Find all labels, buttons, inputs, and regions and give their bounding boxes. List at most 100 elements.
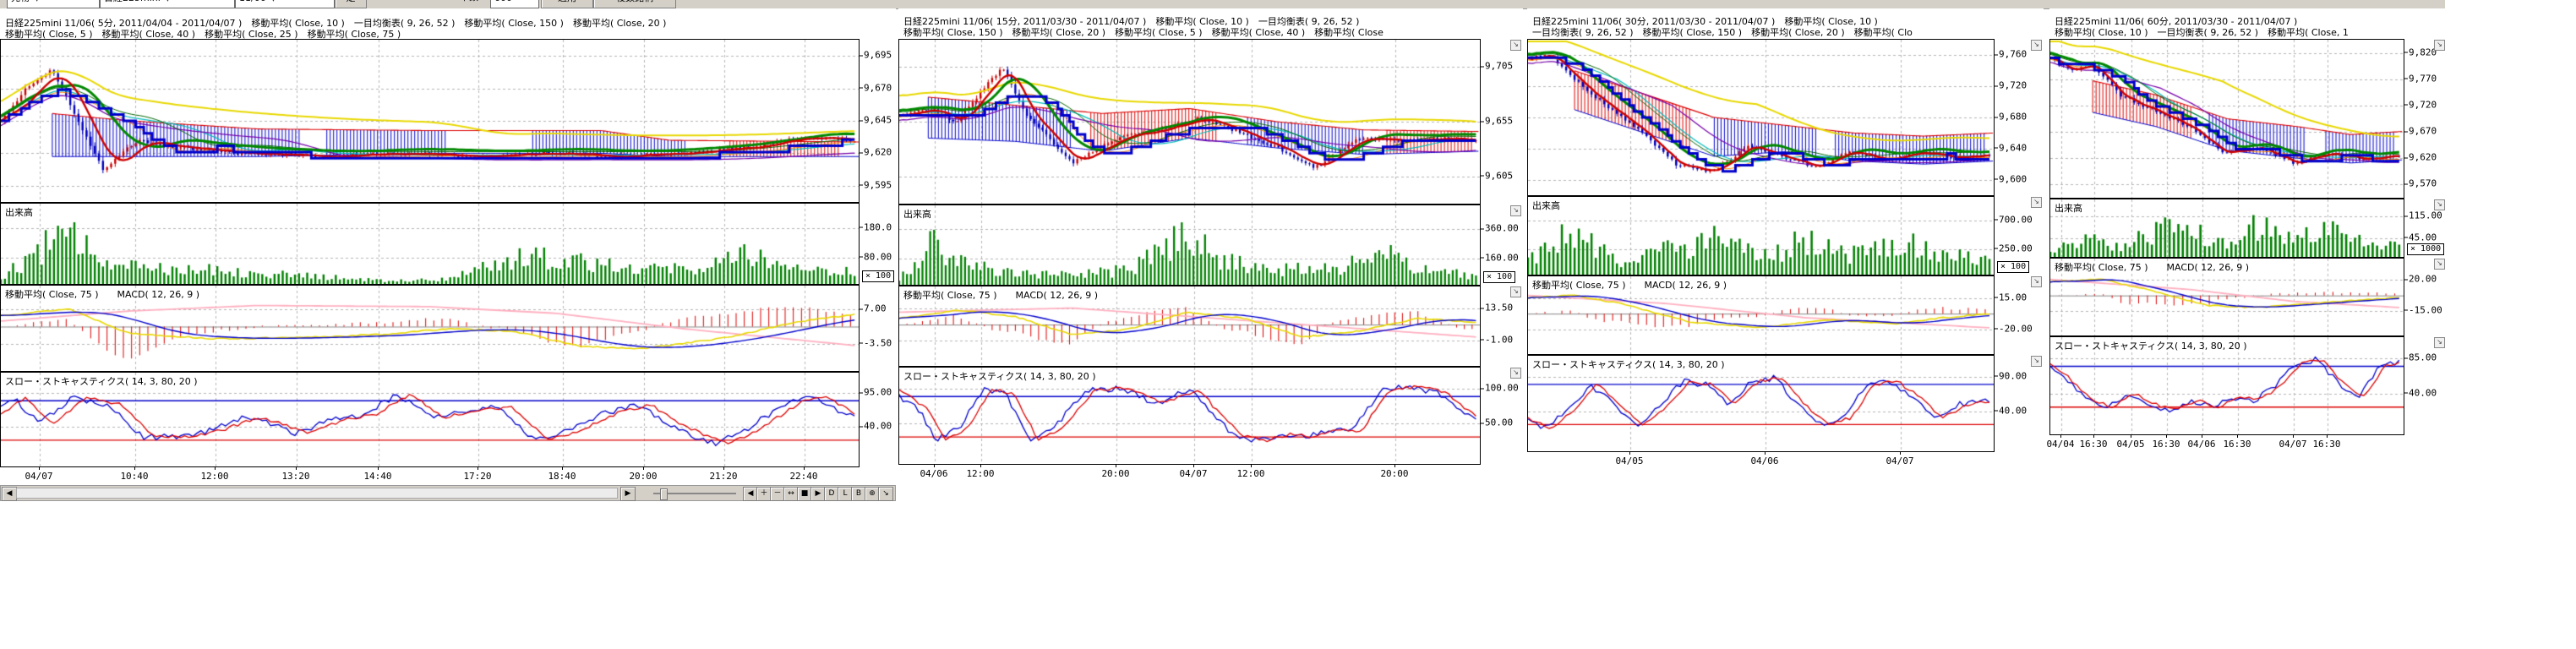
time-axis-tickmark: [562, 467, 563, 470]
time-axis-label: 04/05: [2116, 439, 2144, 450]
price-chart-axis-tick: 9,720: [1999, 80, 2027, 91]
time-axis-label: 04/04: [2046, 439, 2074, 450]
chart-tool-button-10[interactable]: ↘: [878, 487, 893, 501]
stochastics-axis-tick: 95.00: [864, 387, 892, 398]
time-axis: 04/0612:0020:0004/0712:0020:00: [898, 465, 1523, 482]
macd-section: 13.50-1.00移動平均( Close, 75 ) MACD( 12, 26…: [898, 286, 1523, 367]
price-chart-canvas[interactable]: [899, 40, 1480, 204]
volume-label: 出来高: [5, 205, 33, 219]
time-axis-label: 04/07: [1886, 455, 1913, 466]
chevron-down-icon: ▼: [166, 0, 170, 8]
time-axis-tickmark: [1193, 465, 1194, 467]
time-axis: 04/0710:4012:0013:2014:4017:2018:4020:00…: [0, 467, 896, 483]
volume-canvas[interactable]: [1528, 197, 1994, 275]
section-expand-icon[interactable]: ↘: [1510, 40, 1521, 51]
macd-axis-tick: 15.00: [1999, 292, 2027, 303]
time-axis-tickmark: [934, 465, 935, 467]
section-expand-icon[interactable]: ↘: [2031, 356, 2042, 367]
time-axis-tickmark: [378, 467, 379, 470]
section-expand-icon[interactable]: ↘: [2031, 276, 2042, 287]
time-axis-label: 04/07: [25, 471, 52, 482]
section-expand-icon[interactable]: ↘: [1510, 205, 1521, 216]
volume-canvas[interactable]: [2050, 199, 2404, 257]
section-expand-icon[interactable]: ↘: [1510, 286, 1521, 297]
price-chart-canvas[interactable]: [1528, 40, 1994, 195]
time-axis-tickmark: [2060, 435, 2061, 438]
zoom-slider-handle[interactable]: [660, 488, 668, 500]
time-axis-tickmark: [980, 465, 981, 467]
time-axis-tickmark: [2327, 435, 2328, 438]
time-axis-label: 16:30: [2312, 439, 2340, 450]
contract-select[interactable]: 11/06▼: [235, 0, 335, 8]
timeframe-button[interactable]: 足: [335, 0, 367, 8]
price-chart-axis-tick: 9,720: [2409, 99, 2437, 110]
apply-button-label: 適用: [558, 0, 576, 3]
price-chart-axis-tick: 9,670: [2409, 126, 2437, 137]
category-select[interactable]: 先物▼: [7, 0, 100, 8]
stochastics-axis-tick: 100.00: [1485, 383, 1519, 394]
symbol-select-label: 日経225mini: [104, 0, 161, 3]
price-chart-axis-tick: 9,600: [1999, 173, 2027, 184]
macd-axis-tick: -20.00: [1999, 323, 2033, 334]
time-axis-tickmark: [1765, 452, 1766, 455]
time-axis: 04/0416:3004/0516:3004/0616:3004/0716:30: [2049, 435, 2447, 452]
section-expand-icon[interactable]: ↘: [2031, 197, 2042, 208]
section-expand-icon[interactable]: ↘: [2434, 40, 2445, 51]
section-expand-icon[interactable]: ↘: [1510, 368, 1521, 379]
scroll-right-button[interactable]: ▶: [620, 487, 636, 501]
price-chart-axis-tick: 9,570: [2409, 178, 2437, 189]
macd-axis: 13.50-1.00: [1480, 286, 1524, 367]
chart-scrollbar[interactable]: ◀▶◀＋－↔■▶DLB⊕↘: [0, 485, 896, 501]
time-axis-label: 12:00: [1236, 468, 1264, 479]
time-axis-tickmark: [804, 467, 805, 470]
time-axis-tickmark: [215, 467, 216, 470]
price-chart-axis-tick: 9,820: [2409, 46, 2437, 57]
volume-canvas[interactable]: [899, 205, 1480, 285]
section-expand-icon[interactable]: ↘: [2031, 40, 2042, 51]
price-chart-axis-tick: 9,645: [864, 115, 892, 126]
macd-axis-tick: -15.00: [2409, 304, 2442, 315]
price-chart-axis-tick: 9,640: [1999, 142, 2027, 153]
chart-window-5min: 日経225mini 11/06( 5分, 2011/04/04 - 2011/0…: [0, 8, 896, 504]
chart-title-line1: 日経225mini 11/06( 60分, 2011/03/30 - 2011/…: [2055, 17, 2445, 28]
price-chart-axis-tick: 9,705: [1485, 61, 1513, 72]
scrollbar-track[interactable]: [16, 488, 618, 499]
stochastics-axis: 100.0050.00: [1480, 367, 1524, 465]
symbol-select[interactable]: 日経225mini ▼: [100, 0, 235, 8]
time-axis-label: 04/06: [1750, 455, 1778, 466]
macd-section: 20.00-15.00移動平均( Close, 75 ) MACD( 12, 2…: [2049, 258, 2447, 336]
time-axis-tickmark: [2237, 435, 2238, 438]
macd-section: 15.00-20.00移動平均( Close, 75 ) MACD( 12, 2…: [1527, 275, 2044, 355]
time-axis-label: 12:00: [200, 471, 228, 482]
section-expand-icon[interactable]: ↘: [2434, 199, 2445, 210]
chart-title-line2: 一目均衡表( 9, 26, 52 ) 移動平均( Close, 150 ) 移動…: [1532, 28, 2042, 39]
bars-label-label: 本数: [460, 0, 478, 3]
price-chart-section: 9,7609,7209,6809,6409,600↘: [1527, 39, 2044, 196]
scroll-left-button[interactable]: ◀: [2, 487, 17, 501]
time-axis-label: 22:40: [789, 471, 817, 482]
stochastics-section: 95.0040.00スロー・ストキャスティクス( 14, 3, 80, 20 ): [0, 372, 896, 467]
volume-canvas[interactable]: [1, 204, 859, 284]
time-axis-label: 21:20: [709, 471, 737, 482]
section-expand-icon[interactable]: ↘: [2434, 337, 2445, 348]
stochastics-axis: 90.0040.00: [1994, 355, 2044, 452]
apply-button[interactable]: 適用: [541, 0, 593, 8]
volume-axis-tick: 360.00: [1485, 223, 1519, 234]
price-chart-canvas[interactable]: [1, 40, 859, 202]
volume-axis-tick: 250.00: [1999, 243, 2033, 254]
macd-axis-tick: 13.50: [1485, 303, 1513, 314]
price-chart-canvas[interactable]: [2050, 40, 2404, 198]
time-axis-label: 16:30: [2223, 439, 2251, 450]
volume-axis-tick: 160.00: [1485, 252, 1519, 263]
price-chart-section: 9,7059,6559,605↘: [898, 39, 1523, 205]
multi-symbol-button[interactable]: 複数銘柄: [593, 0, 676, 8]
volume-section: 180.080.00出来高× 100: [0, 203, 896, 285]
price-chart-axis-tick: 9,605: [1485, 170, 1513, 181]
chart-window-60min: 日経225mini 11/06( 60分, 2011/03/30 - 2011/…: [2049, 8, 2447, 455]
section-expand-icon[interactable]: ↘: [2434, 259, 2445, 270]
price-chart-axis: 9,7059,6559,605: [1480, 39, 1524, 205]
stochastics-label: スロー・ストキャスティクス( 14, 3, 80, 20 ): [903, 369, 1096, 383]
bars-input[interactable]: 600: [490, 0, 539, 8]
stochastics-axis: 95.0040.00: [859, 372, 897, 467]
stochastics-axis-tick: 40.00: [2409, 387, 2437, 398]
